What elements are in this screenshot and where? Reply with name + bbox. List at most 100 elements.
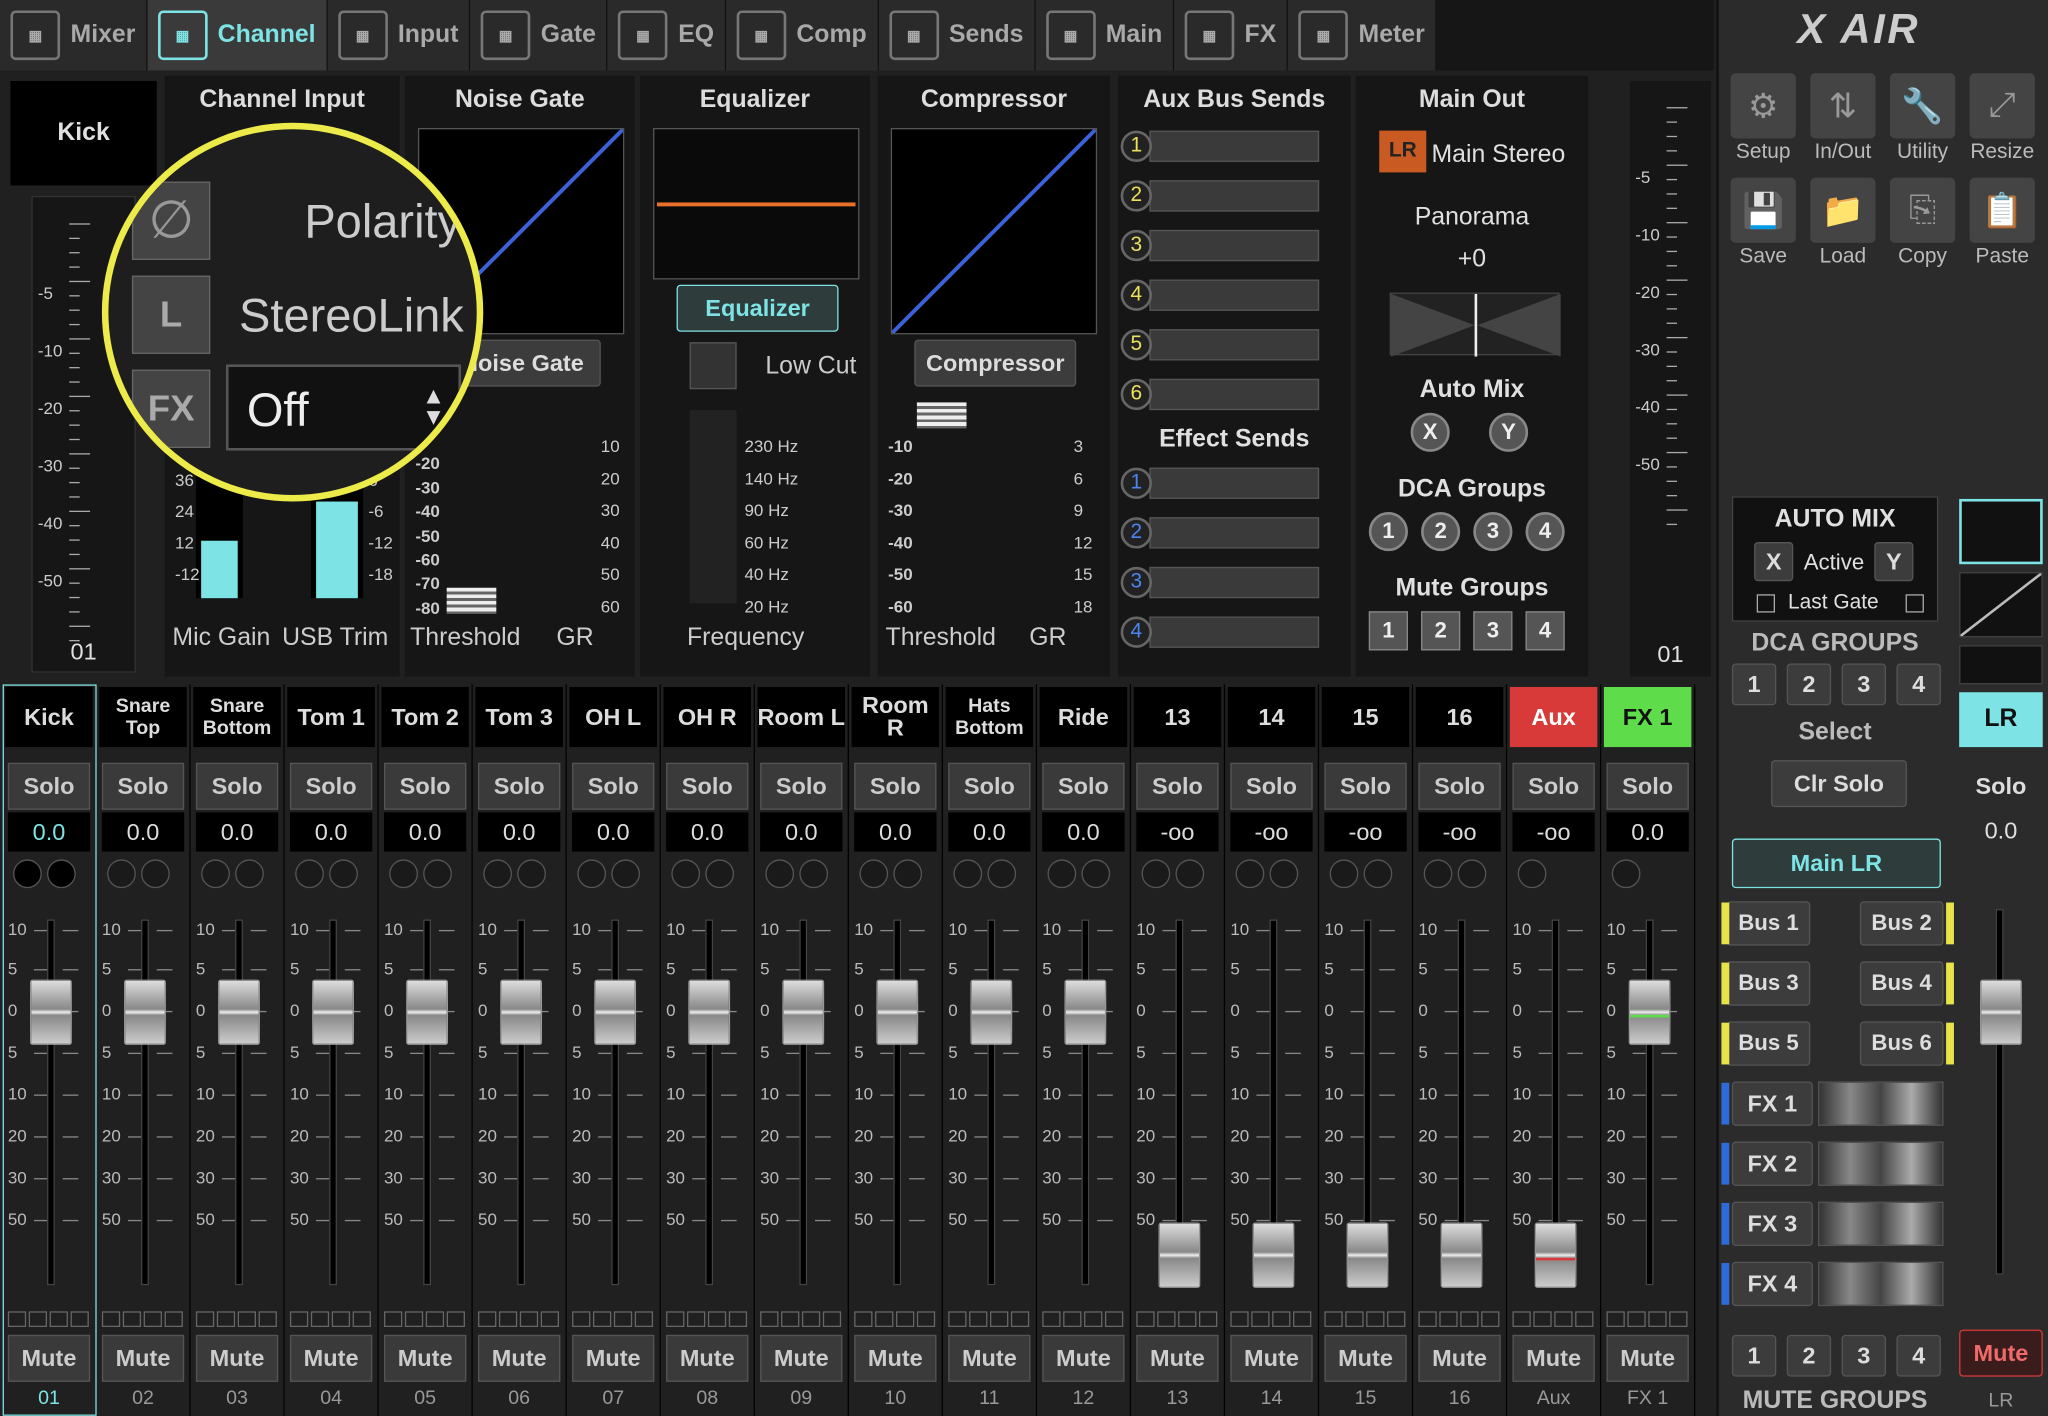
save-button[interactable]: 💾 Save [1727, 177, 1800, 269]
strip-name[interactable]: Room R [851, 687, 940, 748]
strip-name[interactable]: Snare Bottom [193, 687, 281, 748]
fx-send-slider[interactable] [1149, 467, 1320, 499]
strip-name[interactable]: 13 [1133, 687, 1222, 748]
mute-button[interactable]: Mute [572, 1334, 655, 1382]
select-arrows-icon[interactable]: ▲ ▼ [422, 384, 445, 428]
channel-fader[interactable] [1628, 979, 1671, 1045]
mute-button[interactable]: Mute [1324, 1334, 1407, 1382]
dca-group-button[interactable]: 2 [1421, 511, 1461, 552]
automix-x-button[interactable]: X [1410, 412, 1450, 452]
dca-group-select[interactable]: 3 [1841, 663, 1887, 706]
solo-button[interactable]: Solo [1230, 762, 1313, 810]
channel-fader[interactable] [30, 979, 72, 1045]
strip-name[interactable]: 14 [1227, 687, 1316, 748]
fx-select-button[interactable]: FX 1 [1731, 1081, 1813, 1126]
solo-button[interactable]: Solo [666, 762, 749, 810]
fx-select-button[interactable]: FX 2 [1731, 1141, 1813, 1186]
tab-gate[interactable]: ▦ Gate [470, 0, 608, 71]
strip-name[interactable]: OH L [569, 687, 657, 748]
paste-button[interactable]: 📋 Paste [1966, 177, 2039, 269]
bus-select-button[interactable]: Bus 1 [1726, 901, 1811, 946]
in-out-button[interactable]: ⇅ In/Out [1806, 73, 1879, 164]
lr-name[interactable]: LR [1959, 692, 2043, 748]
strip-name[interactable]: Tom 2 [381, 687, 469, 748]
mute-button[interactable]: Mute [760, 1334, 843, 1382]
channel-fader[interactable] [124, 979, 166, 1045]
tab-comp[interactable]: ▦ Comp [725, 0, 879, 71]
mute-group-button[interactable]: 4 [1525, 611, 1565, 651]
mute-group-button[interactable]: 2 [1421, 611, 1461, 651]
dca-group-button[interactable]: 4 [1525, 511, 1565, 552]
solo-button[interactable]: Solo [1606, 762, 1689, 810]
mute-group-select[interactable]: 2 [1786, 1334, 1832, 1377]
mute-button[interactable]: Mute [1136, 1334, 1219, 1382]
automix-y-button[interactable]: Y [1488, 412, 1529, 452]
mute-group-button[interactable]: 1 [1368, 611, 1408, 651]
channel-fader[interactable] [1346, 1222, 1389, 1288]
strip-name[interactable]: Snare Top [99, 687, 187, 748]
strip-name[interactable]: FX 1 [1603, 687, 1692, 748]
channel-fader[interactable] [970, 979, 1013, 1045]
last-gate-checkbox-2[interactable] [1905, 594, 1924, 613]
frequency-slider[interactable] [689, 410, 737, 604]
dca-group-select[interactable]: 2 [1786, 663, 1832, 706]
strip-name[interactable]: Hats Bottom [945, 687, 1034, 748]
clr-solo-button[interactable]: Clr Solo [1771, 760, 1907, 808]
tab-meter[interactable]: ▦ Meter [1288, 0, 1437, 71]
strip-name[interactable]: OH R [663, 687, 752, 748]
resize-button[interactable]: ⤢ Resize [1966, 73, 2039, 164]
dca-group-button[interactable]: 3 [1473, 511, 1513, 552]
solo-button[interactable]: Solo [1136, 762, 1219, 810]
channel-fader[interactable] [1158, 1222, 1201, 1288]
solo-button[interactable]: Solo [383, 762, 467, 810]
tab-mixer[interactable]: ▦ Mixer [0, 0, 148, 71]
bus-select-button[interactable]: Bus 6 [1859, 1021, 1944, 1066]
fx-send-slider[interactable] [1149, 566, 1320, 599]
strip-name[interactable]: Aux [1509, 687, 1598, 748]
fx-select-button[interactable]: FX 4 [1731, 1261, 1813, 1307]
aux-send-slider[interactable] [1149, 378, 1320, 411]
solo-button[interactable]: Solo [948, 762, 1031, 810]
comp-threshold-handle[interactable] [916, 402, 967, 429]
channel-fader[interactable] [782, 979, 825, 1045]
bus-select-button[interactable]: Bus 4 [1859, 961, 1944, 1006]
mute-button[interactable]: Mute [1418, 1334, 1501, 1382]
mute-button[interactable]: Mute [1606, 1334, 1689, 1382]
utility-button[interactable]: 🔧 Utility [1886, 73, 1959, 164]
dca-group-select[interactable]: 1 [1731, 663, 1777, 706]
mute-button[interactable]: Mute [7, 1334, 91, 1382]
main-lr-button[interactable]: Main LR [1731, 838, 1941, 889]
aux-send-slider[interactable] [1149, 329, 1320, 361]
equalizer-button[interactable]: Equalizer [676, 284, 839, 332]
dca-group-select[interactable]: 4 [1896, 663, 1941, 706]
automix-panel-y[interactable]: Y [1874, 542, 1914, 582]
solo-button[interactable]: Solo [478, 762, 561, 810]
last-gate-checkbox[interactable] [1756, 594, 1775, 613]
bus-select-button[interactable]: Bus 5 [1726, 1021, 1811, 1066]
channel-fader[interactable] [406, 979, 448, 1045]
channel-fader[interactable] [1252, 1222, 1295, 1288]
aux-send-slider[interactable] [1149, 279, 1320, 311]
mute-group-select[interactable]: 4 [1896, 1334, 1941, 1377]
mute-button[interactable]: Mute [478, 1334, 561, 1382]
lr-mute-button[interactable]: Mute [1959, 1329, 2043, 1377]
mute-group-select[interactable]: 3 [1841, 1334, 1887, 1377]
tab-channel[interactable]: ▦ Channel [147, 0, 328, 71]
solo-button[interactable]: Solo [289, 762, 373, 810]
tab-input[interactable]: ▦ Input [327, 0, 471, 71]
compressor-button[interactable]: Compressor [914, 339, 1077, 387]
mute-group-button[interactable]: 3 [1473, 611, 1513, 651]
fx-send-slider[interactable] [1149, 616, 1320, 648]
setup-button[interactable]: ⚙ Setup [1727, 73, 1800, 164]
channel-fader[interactable] [1440, 1222, 1483, 1288]
channel-fader[interactable] [594, 979, 637, 1045]
bus-select-button[interactable]: Bus 3 [1726, 961, 1811, 1006]
fx-insert-button[interactable]: FX [131, 369, 211, 448]
tab-fx[interactable]: ▦ FX [1174, 0, 1289, 71]
stereolink-button[interactable]: L [131, 275, 211, 354]
tab-main[interactable]: ▦ Main [1035, 0, 1175, 71]
mute-button[interactable]: Mute [1230, 1334, 1313, 1382]
mute-button[interactable]: Mute [195, 1334, 279, 1382]
bus-select-button[interactable]: Bus 2 [1859, 901, 1944, 946]
aux-send-slider[interactable] [1149, 130, 1320, 162]
